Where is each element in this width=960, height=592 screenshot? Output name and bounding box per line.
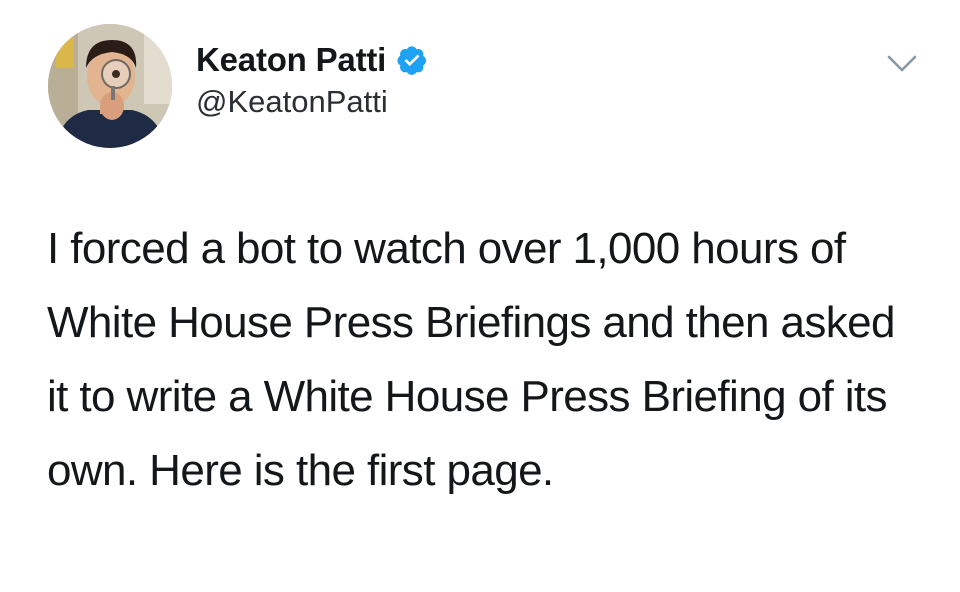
tweet-card: Keaton Patti @KeatonPatti I forced a bot… [0,0,960,592]
author-name-row: Keaton Patti [196,40,428,80]
tweet-text: I forced a bot to watch over 1,000 hours… [47,224,896,495]
author-block: Keaton Patti @KeatonPatti [196,40,428,120]
verified-badge-icon [396,44,428,76]
chevron-down-icon[interactable] [885,52,919,76]
author-display-name[interactable]: Keaton Patti [196,41,386,79]
avatar-photo-icon [48,24,172,148]
author-avatar[interactable] [48,24,172,148]
author-handle[interactable]: @KeatonPatti [196,84,428,120]
